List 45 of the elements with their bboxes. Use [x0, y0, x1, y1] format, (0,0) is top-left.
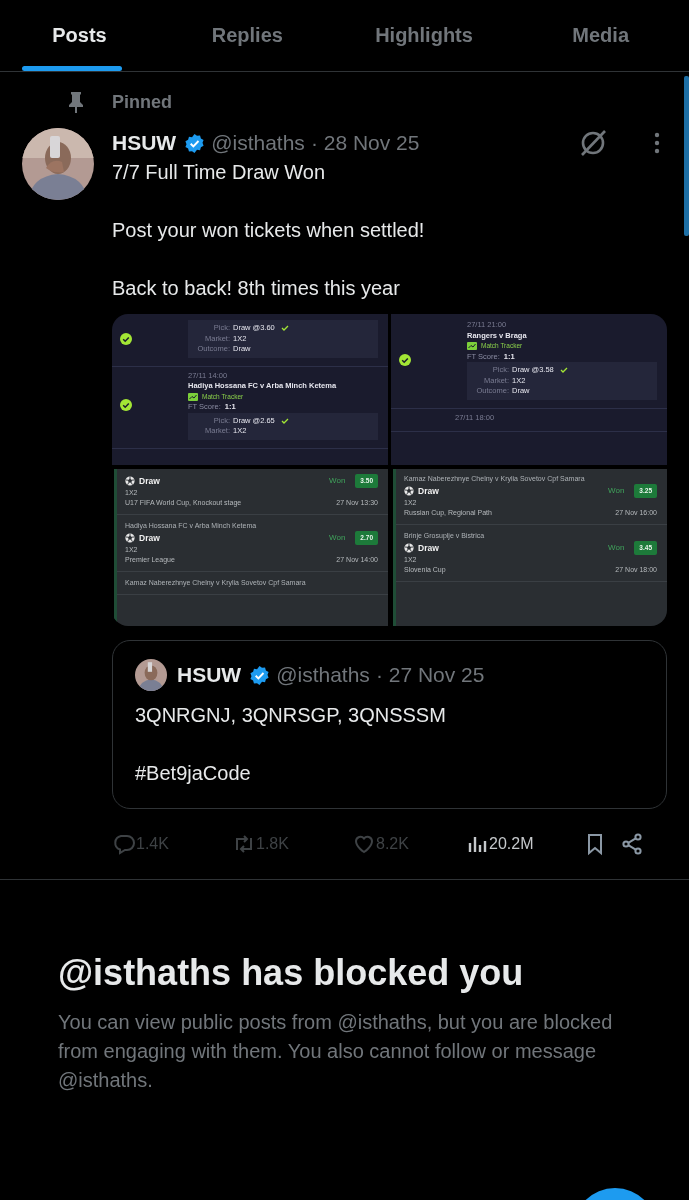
post-date[interactable]: · 28 Nov 25	[310, 131, 420, 155]
views-button[interactable]: 20.2M	[465, 832, 583, 856]
pick-name: Draw	[418, 543, 439, 553]
post-text: #Bet9jaCode	[135, 761, 252, 786]
author-name[interactable]: HSUW	[177, 663, 242, 687]
bet-status: Won	[608, 543, 625, 553]
betslip-screenshot[interactable]	[114, 469, 388, 626]
post-date[interactable]: · 27 Nov 25	[375, 663, 485, 687]
profile-tab[interactable]: Replies	[159, 0, 336, 71]
soccer-ball-icon	[404, 486, 414, 496]
pinned-label: Pinned	[112, 91, 172, 113]
soccer-ball-icon	[125, 476, 135, 486]
author-handle[interactable]: @isthaths	[211, 131, 305, 155]
scrollbar-thumb[interactable]	[684, 76, 689, 236]
author-name[interactable]: HSUW	[112, 131, 177, 155]
post-text: Back to back! 8th times this year	[112, 276, 401, 301]
pick-name: Draw	[139, 533, 160, 543]
post-text: Post your won tickets when settled!	[112, 218, 426, 243]
more-icon[interactable]	[654, 132, 660, 154]
blocked-message: You can view public posts from @isthaths, but you are blocked from engaging with them. You also cannot follow or message @isthaths.	[58, 1010, 614, 1093]
check-circle-icon	[120, 332, 132, 345]
share-button[interactable]	[620, 832, 644, 856]
soccer-ball-icon	[404, 543, 414, 553]
bet-status: Won	[329, 533, 346, 543]
profile-tab[interactable]: Posts	[0, 0, 159, 71]
bet-status: Won	[329, 476, 346, 486]
speech-bubble-icon	[112, 832, 136, 856]
tracker-icon	[467, 342, 477, 351]
profile-tab[interactable]: Highlights	[335, 0, 513, 71]
post-text: 3QNRGNJ, 3QNRSGP, 3QNSSSM	[135, 703, 447, 728]
pin-icon	[68, 91, 84, 113]
bet-status: Won	[608, 486, 625, 496]
check-circle-icon	[399, 353, 411, 366]
tracker-icon	[188, 392, 198, 401]
pick-name: Draw	[139, 476, 160, 486]
blocked-heading: @isthaths has blocked you	[58, 952, 525, 994]
post-text: 7/7 Full Time Draw Won	[112, 160, 327, 185]
pick-name: Draw	[418, 486, 439, 496]
quoted-post[interactable]: HSUW @isthaths · 27 Nov 25 3QNRGNJ, 3QNRSGP, 3QNSSSM #Bet9jaCode	[112, 640, 667, 809]
check-circle-icon	[120, 399, 132, 411]
soccer-ball-icon	[125, 533, 135, 543]
profile-tab[interactable]: Media	[512, 0, 689, 71]
author-handle[interactable]: @isthaths	[276, 663, 370, 687]
share-icon	[620, 832, 644, 856]
slashed-circle-icon[interactable]	[578, 128, 608, 158]
